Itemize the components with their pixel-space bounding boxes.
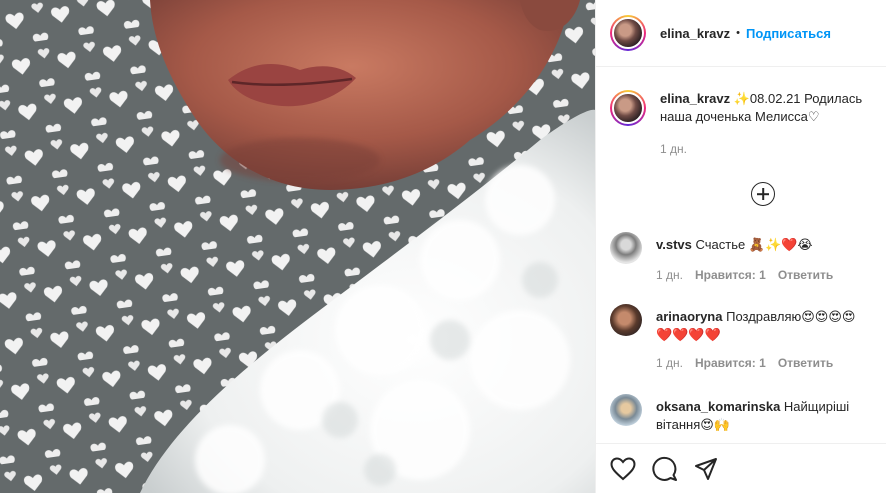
baby-photo-image (0, 0, 595, 493)
reply-button[interactable]: Ответить (778, 268, 833, 282)
comment-likes[interactable]: Нравится: 1 (695, 268, 766, 282)
comment-avatar[interactable] (610, 232, 642, 264)
comment-username[interactable]: oksana_komarinska (656, 399, 780, 414)
comment-username[interactable]: arinaoryna (656, 309, 722, 324)
comment-icon[interactable] (652, 456, 678, 482)
comments-section[interactable]: elina_kravz ✨08.02.21 Родилась наша доче… (596, 68, 886, 443)
reply-button[interactable]: Ответить (778, 356, 833, 370)
post-header: elina_kravz • Подписаться (596, 0, 886, 67)
caption-username[interactable]: elina_kravz (660, 91, 730, 106)
post-side-panel: elina_kravz • Подписаться elina_kravz ✨0… (595, 0, 886, 493)
action-bar (596, 443, 886, 493)
post-caption: elina_kravz ✨08.02.21 Родилась наша доче… (610, 90, 876, 156)
comment-avatar[interactable] (610, 394, 642, 426)
comment-username[interactable]: v.stvs (656, 237, 692, 252)
comment-time[interactable]: 1 дн. (656, 356, 683, 370)
plus-circle-icon[interactable] (751, 182, 775, 206)
author-avatar[interactable] (610, 15, 646, 51)
comment-avatar[interactable] (610, 304, 642, 336)
post-photo[interactable] (0, 0, 595, 493)
comment-likes[interactable]: Нравится: 1 (695, 356, 766, 370)
caption-avatar[interactable] (610, 90, 646, 126)
author-username[interactable]: elina_kravz (660, 26, 730, 41)
separator-dot: • (736, 27, 740, 39)
follow-button[interactable]: Подписаться (746, 26, 831, 41)
comment-time[interactable]: 1 дн. (656, 268, 683, 282)
caption-time[interactable]: 1 дн. (660, 142, 687, 156)
share-icon[interactable] (694, 457, 718, 481)
comment-text: Счастье 🧸✨❤️😭 (695, 237, 813, 252)
comment-item: arinaoryna Поздравляю😍😍😍😍❤️❤️❤️❤️ 1 дн. … (610, 304, 876, 370)
heart-icon[interactable] (610, 456, 636, 481)
comment-item: oksana_komarinska Найщиріші вітання😍🙌 (610, 394, 876, 434)
comment-item: v.stvs Счастье 🧸✨❤️😭 1 дн. Нравится: 1 О… (610, 232, 876, 282)
